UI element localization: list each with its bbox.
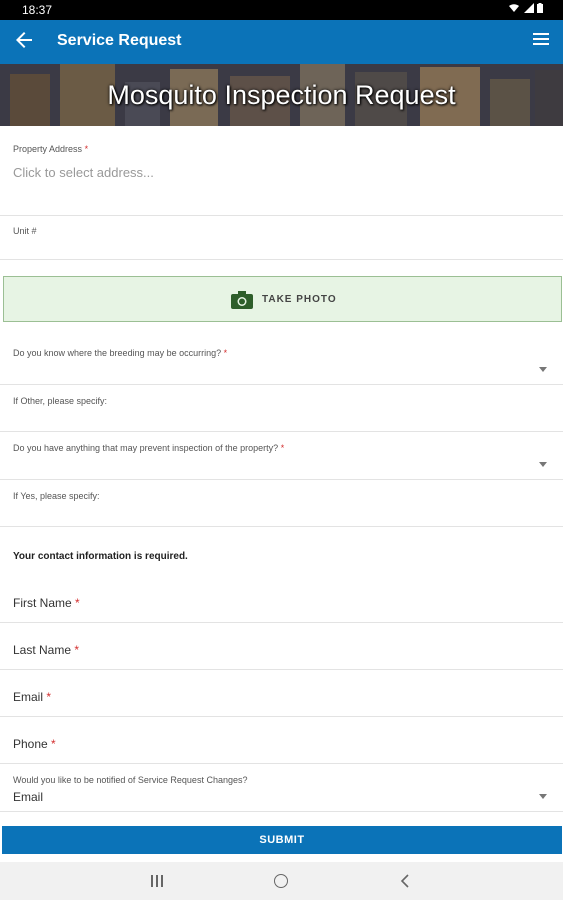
required-marker: * bbox=[223, 348, 228, 358]
property-address-label: Property Address * bbox=[13, 144, 88, 154]
prevent-inspection-select[interactable]: Do you have anything that may prevent in… bbox=[0, 432, 563, 480]
property-address-placeholder: Click to select address... bbox=[13, 165, 154, 180]
battery-icon bbox=[537, 3, 543, 13]
notify-value: Email bbox=[13, 790, 44, 804]
notify-select[interactable]: Would you like to be notified of Service… bbox=[0, 764, 563, 812]
back-icon[interactable] bbox=[398, 873, 412, 889]
prevent-yes-label: If Yes, please specify: bbox=[13, 491, 100, 501]
property-address-label-text: Property Address bbox=[13, 144, 83, 154]
last-name-label-text: Last Name bbox=[13, 643, 72, 657]
last-name-field[interactable]: Last Name * bbox=[0, 623, 563, 670]
take-photo-button[interactable]: TAKE PHOTO bbox=[3, 276, 562, 322]
take-photo-label: TAKE PHOTO bbox=[262, 294, 337, 305]
unit-field[interactable]: Unit # bbox=[0, 216, 563, 260]
email-field[interactable]: Email * bbox=[0, 670, 563, 717]
submit-button[interactable]: SUBMIT bbox=[2, 826, 562, 854]
app-bar: Service Request bbox=[0, 20, 563, 64]
phone-field[interactable]: Phone * bbox=[0, 717, 563, 764]
unit-label: Unit # bbox=[13, 226, 37, 236]
hero-banner: Mosquito Inspection Request bbox=[0, 64, 563, 126]
prevent-yes-field[interactable]: If Yes, please specify: bbox=[0, 480, 563, 527]
first-name-label-text: First Name bbox=[13, 596, 72, 610]
chevron-down-icon bbox=[539, 462, 547, 467]
breeding-location-select[interactable]: Do you know where the breeding may be oc… bbox=[0, 337, 563, 385]
chevron-down-icon bbox=[539, 794, 547, 799]
phone-label: Phone * bbox=[13, 737, 56, 751]
required-marker: * bbox=[75, 596, 80, 610]
required-marker: * bbox=[84, 144, 89, 154]
first-name-field[interactable]: First Name * bbox=[0, 576, 563, 623]
property-address-field[interactable]: Property Address * Click to select addre… bbox=[0, 127, 563, 216]
phone-label-text: Phone bbox=[13, 737, 48, 751]
camera-icon bbox=[231, 291, 253, 309]
wifi-icon bbox=[509, 4, 520, 12]
home-icon[interactable] bbox=[274, 874, 288, 888]
breeding-other-field[interactable]: If Other, please specify: bbox=[0, 385, 563, 432]
chevron-down-icon bbox=[539, 367, 547, 372]
prevent-inspection-label: Do you have anything that may prevent in… bbox=[13, 443, 284, 453]
email-label: Email * bbox=[13, 690, 51, 704]
back-button[interactable] bbox=[12, 28, 36, 52]
hero-title: Mosquito Inspection Request bbox=[107, 80, 456, 110]
last-name-label: Last Name * bbox=[13, 643, 79, 657]
recent-apps-icon[interactable] bbox=[150, 874, 164, 888]
first-name-label: First Name * bbox=[13, 596, 80, 610]
required-marker: * bbox=[280, 443, 285, 453]
email-label-text: Email bbox=[13, 690, 44, 704]
contact-heading: Your contact information is required. bbox=[13, 551, 188, 562]
status-icons bbox=[508, 2, 543, 16]
notify-label: Would you like to be notified of Service… bbox=[13, 775, 248, 785]
back-arrow-icon bbox=[16, 32, 32, 48]
status-time: 18:37 bbox=[22, 3, 53, 17]
signal-icon bbox=[523, 3, 534, 13]
app-title: Service Request bbox=[57, 32, 182, 49]
required-marker: * bbox=[51, 737, 56, 751]
required-marker: * bbox=[46, 690, 52, 704]
breeding-label-text: Do you know where the breeding may be oc… bbox=[13, 348, 222, 358]
status-bar: 18:37 bbox=[0, 0, 563, 20]
breeding-label: Do you know where the breeding may be oc… bbox=[13, 348, 227, 358]
breeding-other-label: If Other, please specify: bbox=[13, 396, 108, 406]
prevent-inspection-label-text: Do you have anything that may prevent in… bbox=[13, 443, 279, 453]
hamburger-menu-icon[interactable] bbox=[533, 33, 549, 47]
required-marker: * bbox=[74, 643, 80, 657]
system-nav-bar bbox=[0, 862, 563, 900]
